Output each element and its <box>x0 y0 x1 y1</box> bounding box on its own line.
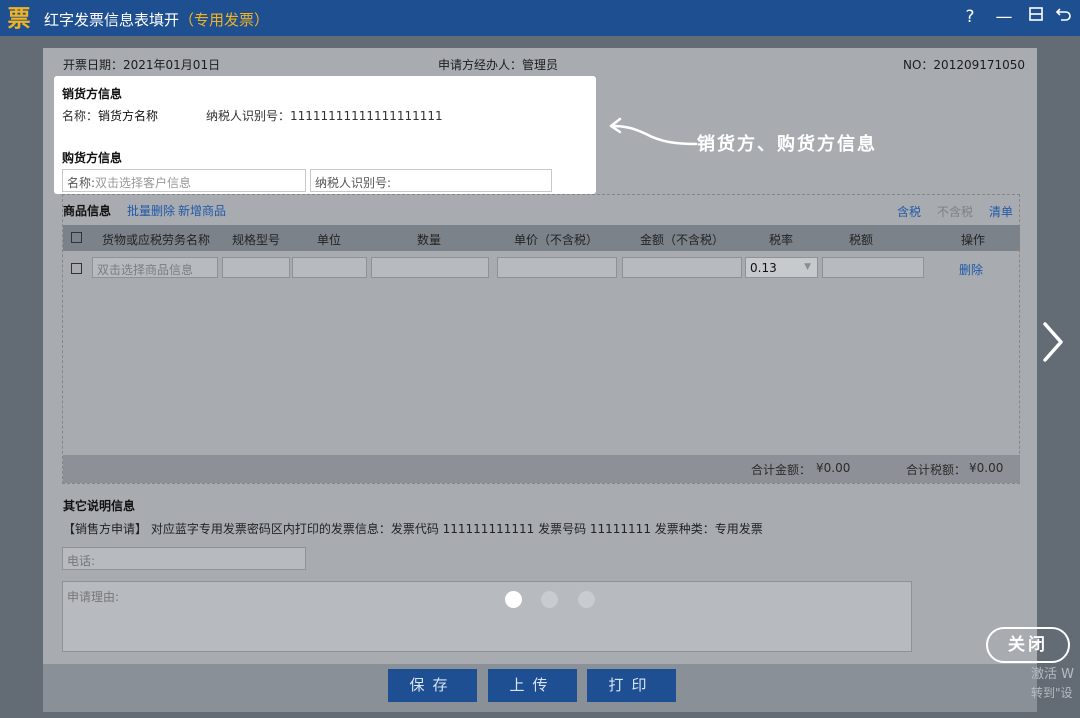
tax-included-toggle[interactable]: 含税 <box>897 203 921 220</box>
col-amount: 金额（不含税） <box>640 233 725 247</box>
row-tax-amount-input[interactable] <box>822 257 924 278</box>
row-spec-input[interactable] <box>222 257 290 278</box>
totals-bar: 合计金额： ¥0.00 合计税额： ¥0.00 <box>63 455 1020 483</box>
applicant: 申请方经办人：管理员 <box>438 58 559 72</box>
activation-watermark-2: 转到"设 <box>1031 686 1073 700</box>
total-amount-value: ¥0.00 <box>816 461 851 475</box>
reason-field[interactable]: 申请理由: <box>62 581 912 652</box>
other-info-note: 【销售方申请】 对应蓝字专用发票密码区内打印的发票信息：发票代码 1111111… <box>63 522 763 536</box>
list-link[interactable]: 清单 <box>989 203 1013 220</box>
page-dot-1[interactable] <box>505 591 522 608</box>
row-amount-input[interactable] <box>622 257 742 278</box>
minimize-icon[interactable]: — <box>992 5 1016 29</box>
row-delete-link[interactable]: 删除 <box>959 261 983 278</box>
row-quantity-input[interactable] <box>371 257 489 278</box>
buyer-name-label: 名称: <box>67 176 96 190</box>
buyer-name-field[interactable]: 名称:双击选择客户信息 <box>62 169 306 192</box>
buyer-tax-id-label: 纳税人识别号: <box>315 176 392 190</box>
invoice-number: NO：201209171050 <box>903 58 1026 72</box>
maximize-icon[interactable] <box>1024 5 1048 29</box>
goods-heading: 商品信息 <box>63 204 112 218</box>
window-title-accent: （专用发票） <box>179 11 270 29</box>
buyer-tax-id-field[interactable]: 纳税人识别号: <box>310 169 552 192</box>
col-tax-amount: 税额 <box>849 233 874 247</box>
col-name: 货物或应税劳务名称 <box>102 233 211 247</box>
title-bar: 票 红字发票信息表填开（专用发票） ? — <box>0 0 1080 36</box>
row-name-input[interactable]: 双击选择商品信息 <box>92 257 218 278</box>
activation-watermark-1: 激活 W <box>1031 667 1074 682</box>
back-icon[interactable] <box>1052 5 1076 29</box>
col-quantity: 数量 <box>417 233 442 247</box>
buyer-name-placeholder: 双击选择客户信息 <box>95 176 192 190</box>
close-tutorial-button[interactable]: 关闭 <box>986 627 1070 663</box>
app-logo: 票 <box>7 6 31 32</box>
select-all-checkbox[interactable] <box>71 232 82 243</box>
window-title-text: 红字发票信息表填开 <box>44 11 180 29</box>
col-unit: 单位 <box>317 233 342 247</box>
save-button[interactable]: 保存 <box>388 669 477 702</box>
col-unit-price: 单价（不含税） <box>514 233 599 247</box>
next-arrow-icon[interactable] <box>1040 320 1066 364</box>
row-checkbox[interactable] <box>71 263 82 274</box>
buyer-heading: 购货方信息 <box>62 151 123 165</box>
add-item-link[interactable]: 新增商品 <box>178 202 226 219</box>
row-tax-rate-select[interactable]: 0.13 ▼ <box>745 257 818 278</box>
seller-name: 销货方名称 <box>98 109 159 123</box>
upload-button[interactable]: 上传 <box>488 669 577 702</box>
tax-excluded-toggle[interactable]: 不含税 <box>937 203 973 220</box>
seller-tax-id: 纳税人识别号：11111111111111111111 <box>206 109 443 123</box>
goods-table-header: 货物或应税劳务名称 规格型号 单位 数量 单价（不含税） 金额（不含税） 税率 … <box>63 225 1020 251</box>
row-tax-rate-value: 0.13 <box>750 261 777 275</box>
col-spec: 规格型号 <box>232 233 281 247</box>
other-info-heading: 其它说明信息 <box>63 499 136 513</box>
chevron-down-icon: ▼ <box>804 262 811 272</box>
batch-delete-link[interactable]: 批量删除 <box>127 202 175 219</box>
issue-date: 开票日期：2021年01月01日 <box>63 58 221 72</box>
total-amount-label: 合计金额： <box>751 463 812 477</box>
row-unit-price-input[interactable] <box>497 257 617 278</box>
total-tax-label: 合计税额： <box>906 463 967 477</box>
total-tax-value: ¥0.00 <box>969 461 1004 475</box>
annotation-text: 销货方、购货方信息 <box>697 134 877 155</box>
annotation-arrow-icon <box>609 117 698 146</box>
window-title: 红字发票信息表填开（专用发票） <box>44 9 269 30</box>
print-button[interactable]: 打印 <box>587 669 676 702</box>
row-unit-input[interactable] <box>292 257 367 278</box>
page-dot-3[interactable] <box>578 591 595 608</box>
seller-name-label: 名称： <box>62 109 99 123</box>
party-info-highlight: 销货方信息 名称： 销货方名称 纳税人识别号：11111111111111111… <box>54 76 596 194</box>
page-dot-2[interactable] <box>541 591 558 608</box>
col-tax-rate: 税率 <box>769 233 794 247</box>
col-actions: 操作 <box>961 233 986 247</box>
seller-heading: 销货方信息 <box>62 87 123 101</box>
phone-field[interactable]: 电话: <box>62 547 306 570</box>
help-icon[interactable]: ? <box>958 5 982 29</box>
